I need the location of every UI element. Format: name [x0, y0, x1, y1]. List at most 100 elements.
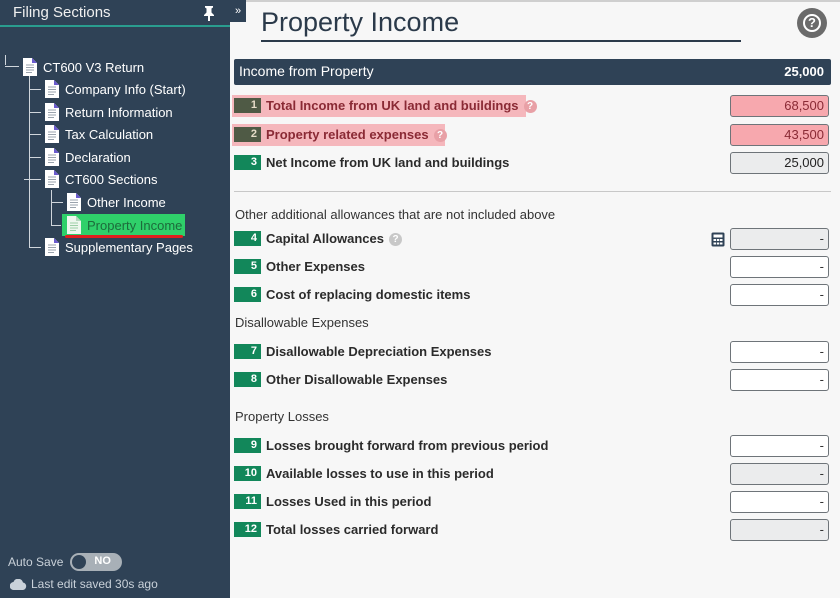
row-label: Other Expenses [266, 259, 365, 274]
pin-icon[interactable] [203, 5, 215, 21]
document-icon [67, 216, 81, 234]
tree-item-label: Declaration [65, 149, 131, 165]
other-expenses-field[interactable]: - [730, 256, 829, 278]
tree-connector [29, 247, 41, 248]
tree-connector [29, 112, 41, 113]
row-number: 1 [234, 98, 261, 113]
row-number: 2 [234, 127, 261, 142]
tree-item-tax-calculation[interactable]: Tax Calculation [45, 124, 153, 144]
tree-item-supplementary-pages[interactable]: Supplementary Pages [45, 237, 193, 257]
tree-connector [29, 89, 41, 90]
row-label-text: Capital Allowances [266, 231, 384, 246]
row-number: 4 [234, 231, 261, 246]
panel-title: Filing Sections [13, 4, 111, 21]
property-expenses-field[interactable]: 43,500 [730, 124, 829, 146]
section-divider [234, 191, 831, 192]
row-label: Total Income from UK land and buildings? [266, 98, 537, 113]
main-content: Property Income ? Income from Property 2… [230, 0, 840, 598]
tree-item-property-income[interactable]: Property Income [62, 214, 186, 236]
row-number: 6 [234, 287, 261, 302]
domestic-items-field[interactable]: - [730, 284, 829, 306]
row-number: 11 [234, 494, 261, 509]
document-icon [45, 80, 59, 98]
tree-item-label: Property Income [87, 217, 183, 233]
form-row: 1 Total Income from UK land and building… [230, 95, 840, 117]
help-icon[interactable]: ? [523, 100, 537, 113]
toggle-state: NO [94, 555, 111, 567]
total-income-field[interactable]: 68,500 [730, 95, 829, 117]
form-row: 11 Losses Used in this period - [230, 491, 840, 513]
tree-connector [24, 179, 41, 180]
tree-connector [29, 134, 41, 135]
row-label: Losses brought forward from previous per… [266, 438, 549, 453]
other-disallowable-field[interactable]: - [730, 369, 829, 391]
tree-connector [5, 66, 19, 67]
form-row: 10 Available losses to use in this perio… [230, 463, 840, 485]
row-number: 3 [234, 155, 261, 170]
autosave-toggle[interactable]: NO [70, 553, 123, 571]
row-number: 10 [234, 466, 261, 481]
row-number: 7 [234, 344, 261, 359]
tree-connector [51, 190, 52, 225]
tree-item-other-income[interactable]: Other Income [67, 192, 166, 212]
help-icon: ? [803, 14, 821, 32]
row-label-text: Property related expenses [266, 127, 429, 142]
row-label: Available losses to use in this period [266, 466, 494, 481]
tree-connector [5, 55, 6, 65]
subheading-allowances: Other additional allowances that are not… [235, 207, 556, 222]
losses-used-field[interactable]: - [730, 491, 829, 513]
document-icon [67, 193, 81, 211]
tree-item-label: CT600 Sections [65, 171, 158, 187]
collapse-sidebar-button[interactable]: » [230, 0, 246, 22]
form-row: 4 Capital Allowances? - [230, 228, 840, 250]
form-row: 12 Total losses carried forward - [230, 519, 840, 541]
tree-item-label: Company Info (Start) [65, 81, 186, 97]
page-title: Property Income [261, 7, 460, 37]
capital-allowances-field: - [730, 228, 829, 250]
document-icon [45, 125, 59, 143]
document-icon [45, 103, 59, 121]
filing-sections-panel: Filing Sections CT600 V3 Return Company … [0, 0, 230, 598]
form-row: 3 Net Income from UK land and buildings … [230, 152, 840, 174]
panel-header: Filing Sections [0, 0, 230, 27]
row-label: Other Disallowable Expenses [266, 372, 448, 387]
losses-brought-forward-field[interactable]: - [730, 435, 829, 457]
subheading-losses: Property Losses [235, 409, 329, 424]
row-label: Net Income from UK land and buildings [266, 155, 510, 170]
tree-item-company-info[interactable]: Company Info (Start) [45, 79, 186, 99]
help-button[interactable]: ? [797, 8, 827, 38]
toggle-knob [72, 555, 87, 569]
tree-item-label: Return Information [65, 104, 173, 120]
row-number: 9 [234, 438, 261, 453]
title-underline [261, 40, 741, 42]
tree-item-label: CT600 V3 Return [43, 59, 145, 75]
tree-item-label: Supplementary Pages [65, 239, 193, 255]
tree-connector [51, 225, 61, 226]
row-label: Total losses carried forward [266, 522, 439, 537]
row-label: Capital Allowances? [266, 231, 402, 246]
last-saved-text: Last edit saved 30s ago [31, 577, 158, 591]
form-row: 9 Losses brought forward from previous p… [230, 435, 840, 457]
tree-item-label: Tax Calculation [65, 126, 154, 142]
tree-item-label: Other Income [87, 194, 166, 210]
depreciation-field[interactable]: - [730, 341, 829, 363]
help-icon[interactable]: ? [433, 129, 447, 142]
help-icon[interactable]: ? [389, 233, 402, 246]
row-label: Cost of replacing domestic items [266, 287, 471, 302]
tree-connector [29, 157, 41, 158]
document-icon [45, 238, 59, 256]
available-losses-field: - [730, 463, 829, 485]
tree-item-ct600-sections[interactable]: CT600 Sections [45, 169, 158, 189]
row-label: Losses Used in this period [266, 494, 432, 509]
row-label: Property related expenses? [266, 127, 447, 142]
tree-connector [51, 202, 63, 203]
tree-item-ct600-v3-return[interactable]: CT600 V3 Return [23, 57, 144, 77]
tree-connector [29, 76, 30, 247]
calculator-icon[interactable] [711, 232, 725, 247]
section-total: 25,000 [784, 64, 824, 79]
tree-item-declaration[interactable]: Declaration [45, 147, 131, 167]
form-row: 6 Cost of replacing domestic items - [230, 284, 840, 306]
document-icon [23, 58, 37, 76]
net-income-field: 25,000 [730, 152, 829, 174]
tree-item-return-information[interactable]: Return Information [45, 102, 173, 122]
